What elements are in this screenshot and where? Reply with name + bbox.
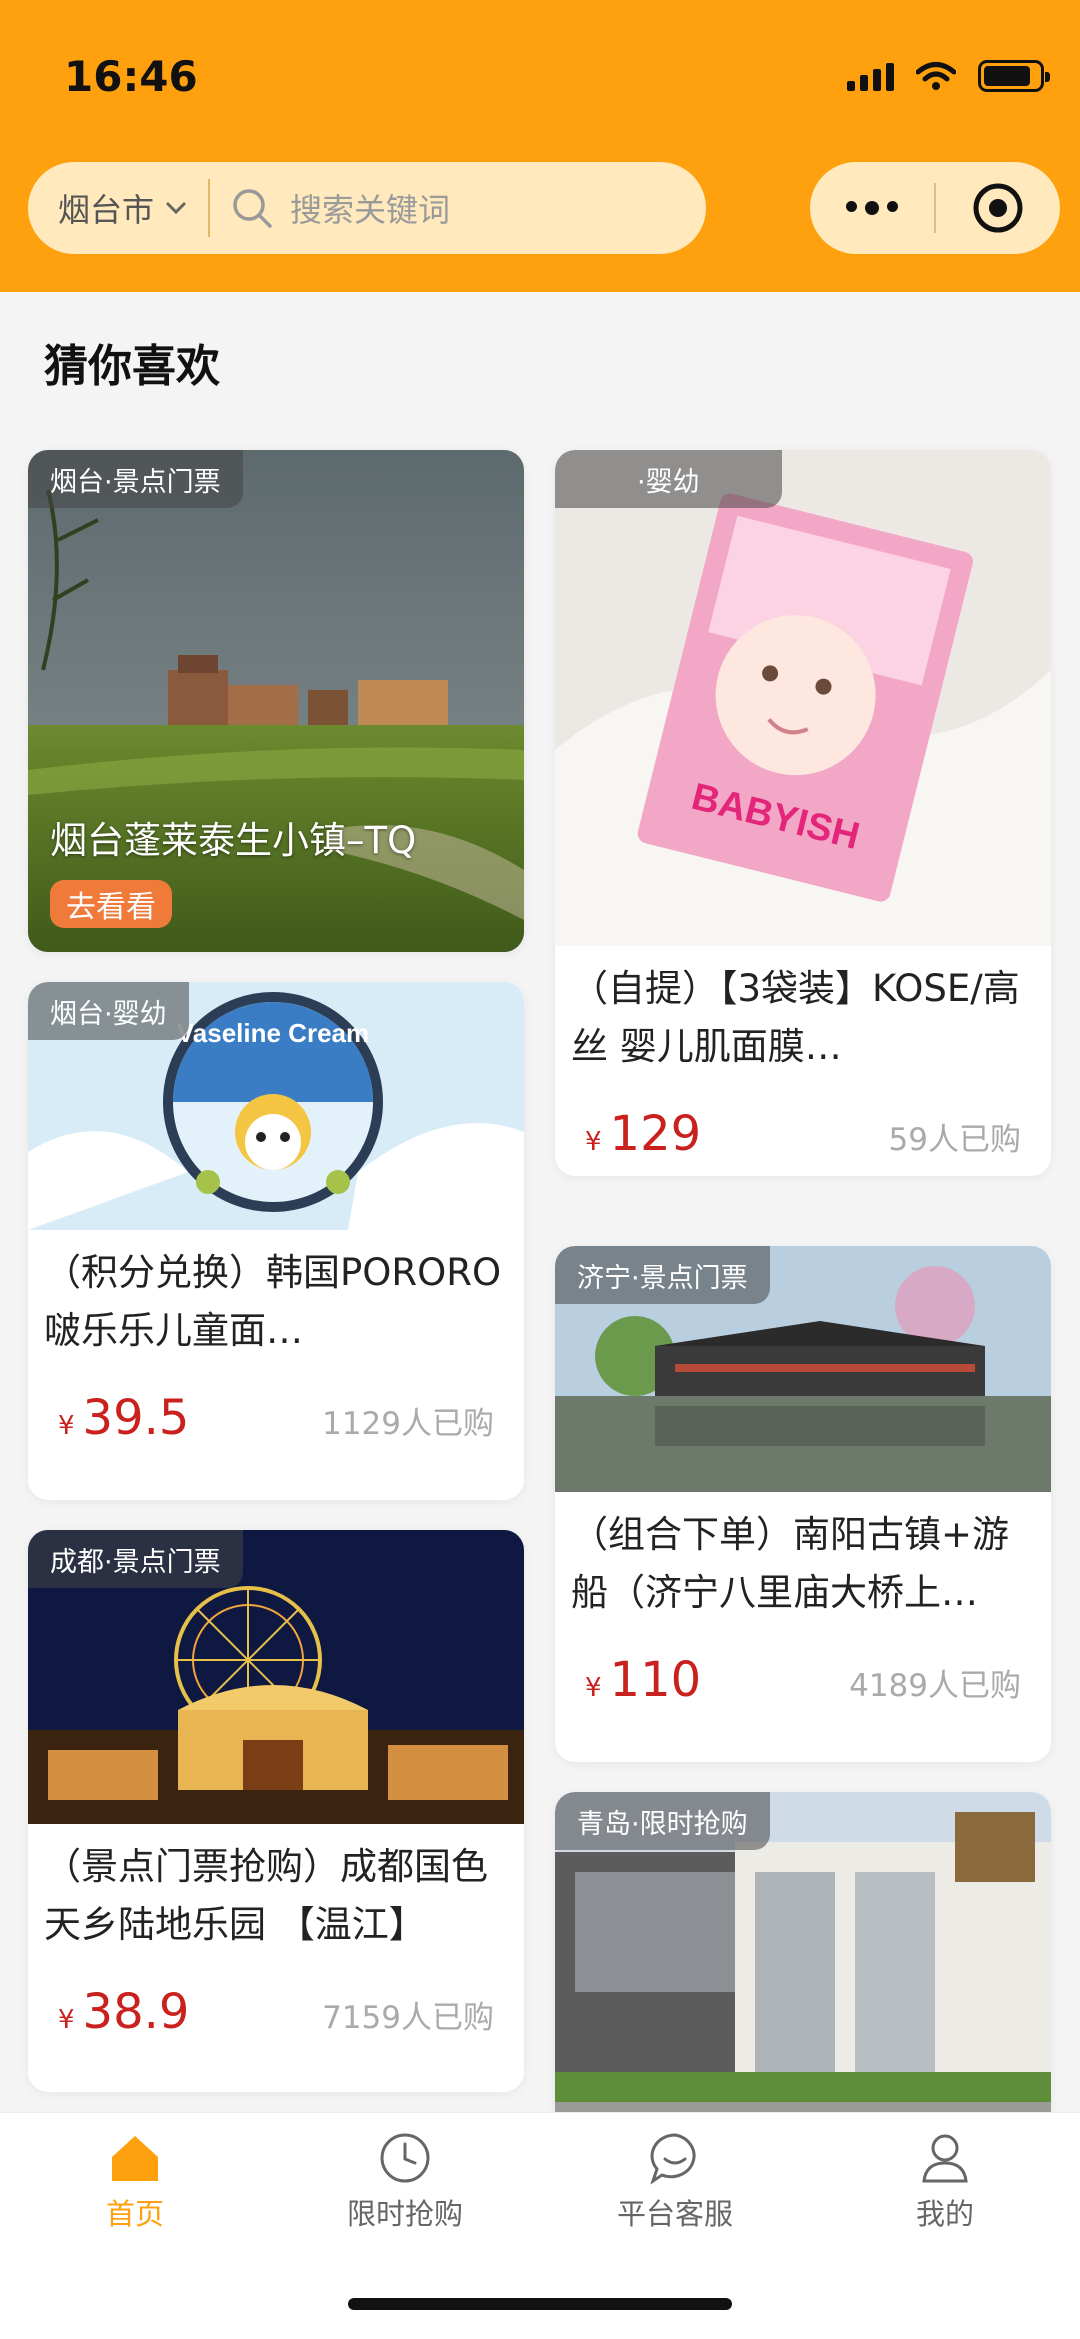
product-price: ¥110	[585, 1652, 702, 1708]
search-bar: 烟台市 搜索关键词	[28, 162, 706, 254]
home-icon	[112, 2136, 158, 2181]
tab-flash-sale[interactable]: 限时抢购	[270, 2131, 540, 2233]
product-card[interactable]: 济宁·景点门票 （组合下单）南阳古镇+游船（济宁八里庙大桥上… ¥110 418…	[555, 1246, 1051, 1762]
vaseline-logo: Vaseline Cream	[177, 1018, 369, 1048]
product-image: BABYISH ·婴幼	[555, 450, 1051, 946]
tab-customer-service[interactable]: 平台客服	[540, 2131, 810, 2233]
city-selector[interactable]: 烟台市	[28, 162, 208, 254]
tab-label: 平台客服	[616, 2197, 733, 2231]
status-time: 16:46	[64, 52, 198, 101]
product-title: （自提）【3袋装】KOSE/高丝 婴儿肌面膜…	[571, 967, 1020, 1068]
product-tag: 济宁·景点门票	[555, 1246, 770, 1304]
product-price: ¥38.9	[58, 1984, 190, 2040]
tab-home[interactable]: 首页	[0, 2131, 270, 2233]
tab-profile[interactable]: 我的	[810, 2131, 1080, 2233]
wifi-icon	[916, 62, 956, 90]
banner-image: 烟台·景点门票 烟台蓬莱泰生小镇–TQ 去看看	[28, 450, 524, 952]
product-title: （景点门票抢购）成都国色天乡陆地乐园 【温江】	[44, 1845, 488, 1946]
clock-icon	[380, 2133, 430, 2183]
product-tag: ·婴幼	[555, 450, 782, 508]
product-tag: 成都·景点门票	[28, 1530, 243, 1588]
tab-label: 限时抢购	[346, 2197, 463, 2231]
product-card[interactable]: Vaseline Cream 烟台·婴幼 （积分兑换）韩国PORORO啵乐乐儿童…	[28, 982, 524, 1500]
section-title: 猜你喜欢	[44, 341, 220, 392]
product-tag: 烟台·婴幼	[28, 982, 189, 1040]
tab-label: 我的	[915, 2197, 974, 2231]
user-icon	[922, 2134, 968, 2183]
chat-icon	[650, 2133, 696, 2185]
signal-icon	[847, 61, 894, 91]
search-placeholder: 搜索关键词	[290, 191, 451, 229]
city-label: 烟台市	[58, 191, 155, 229]
product-sold: 1129人已购	[322, 1406, 494, 1442]
battery-icon	[978, 60, 1050, 92]
status-bar: 16:46	[0, 0, 1080, 150]
product-meta: ¥110 4189人已购	[555, 1624, 1051, 1708]
miniprogram-capsule	[810, 162, 1060, 254]
more-icon[interactable]	[810, 201, 934, 215]
product-tag: 青岛·限时抢购	[555, 1792, 770, 1850]
home-indicator	[348, 2298, 732, 2310]
product-image: 济宁·景点门票	[555, 1246, 1051, 1492]
banner-title: 烟台蓬莱泰生小镇–TQ	[50, 819, 417, 862]
tab-label: 首页	[105, 2197, 164, 2231]
product-meta: ¥39.5 1129人已购	[28, 1362, 524, 1446]
product-image: 成都·景点门票	[28, 1530, 524, 1824]
product-meta: ¥129 59人已购	[555, 1078, 1051, 1162]
product-card[interactable]: BABYISH ·婴幼 （自提）【3袋装】KOSE/高丝 婴儿肌面膜… ¥129…	[555, 450, 1051, 1176]
product-title: （积分兑换）韩国PORORO啵乐乐儿童面…	[44, 1251, 502, 1352]
search-input[interactable]: 搜索关键词	[210, 185, 450, 231]
close-target-icon[interactable]	[936, 182, 1060, 234]
product-card[interactable]: 成都·景点门票 （景点门票抢购）成都国色天乡陆地乐园 【温江】 ¥38.9 71…	[28, 1530, 524, 2092]
product-sold: 7159人已购	[322, 2000, 494, 2036]
banner-card[interactable]: 烟台·景点门票 烟台蓬莱泰生小镇–TQ 去看看	[28, 450, 524, 952]
product-title: （组合下单）南阳古镇+游船（济宁八里庙大桥上…	[571, 1513, 1010, 1614]
product-sold: 4189人已购	[849, 1668, 1021, 1704]
status-icons	[847, 60, 1050, 92]
product-price: ¥39.5	[58, 1390, 190, 1446]
product-meta: ¥38.9 7159人已购	[28, 1956, 524, 2040]
product-price: ¥129	[585, 1106, 702, 1162]
product-sold: 59人已购	[888, 1122, 1021, 1158]
banner-tag: 烟台·景点门票	[28, 450, 243, 508]
chevron-down-icon	[165, 201, 187, 215]
go-see-button[interactable]: 去看看	[50, 880, 172, 928]
search-icon	[233, 189, 272, 228]
product-image: Vaseline Cream 烟台·婴幼	[28, 982, 524, 1230]
app-header: 16:46 烟台市 搜索关键词	[0, 0, 1080, 292]
